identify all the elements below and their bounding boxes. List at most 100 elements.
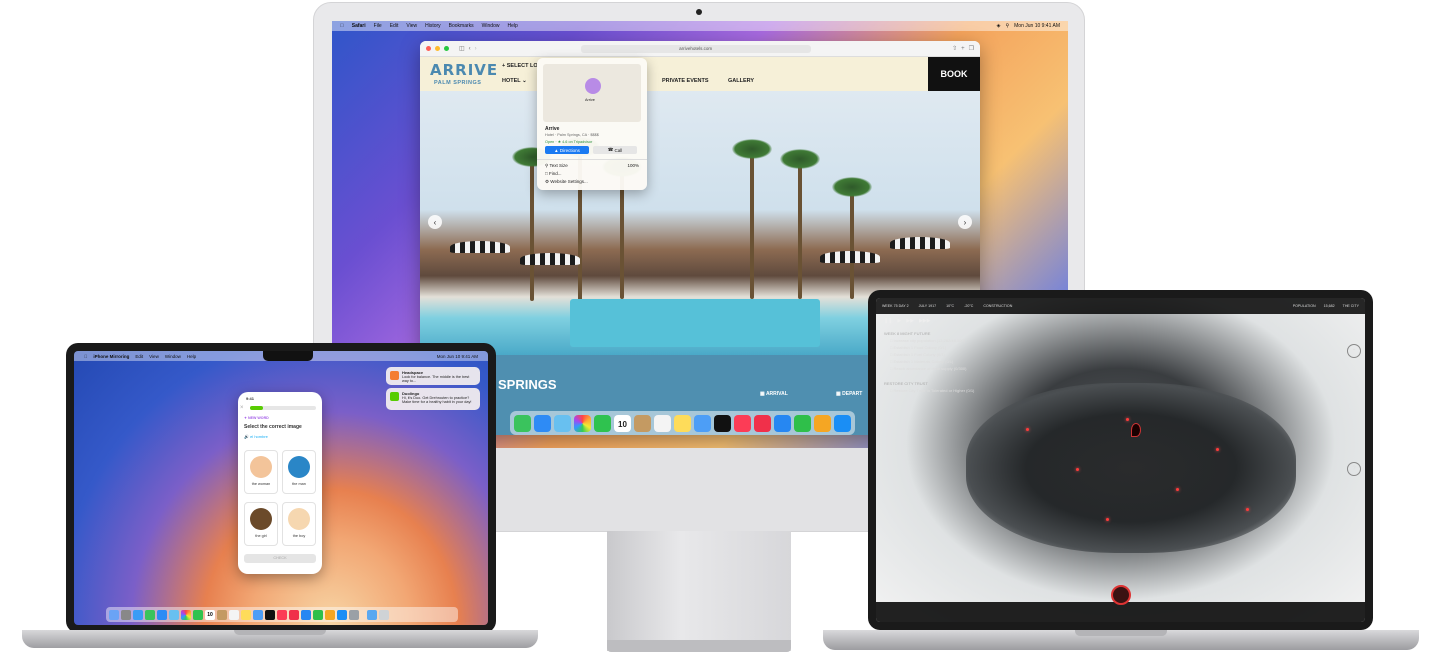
text-size-item[interactable]: ⚲ Text Size [545,163,568,169]
notes-icon[interactable] [674,414,691,432]
new-tab-icon[interactable]: + [961,46,965,52]
pages-icon[interactable] [325,609,335,620]
tv-icon[interactable] [265,609,275,620]
carousel-prev-button[interactable]: ‹ [428,215,442,229]
reminders-icon[interactable] [654,414,671,432]
contacts-icon[interactable] [634,414,651,432]
numbers-icon[interactable] [313,609,323,620]
website-settings-item[interactable]: ⚙ Website Settings... [545,179,588,185]
apple-icon[interactable]:  [340,23,344,29]
book-button[interactable]: BOOK [928,57,980,91]
choice-card-3[interactable]: the girl [244,502,278,546]
menu-history[interactable]: History [425,23,441,29]
hud-city-name[interactable]: THE CITY [1343,304,1359,308]
call-button[interactable]: ☎ Call [593,146,637,154]
messages-icon[interactable] [514,414,531,432]
keynote-icon[interactable] [774,414,791,432]
tv-icon[interactable] [714,414,731,432]
notification-duolingo[interactable]: Duolingo Hi, it's Duo. Get Drehrouten to… [386,388,480,410]
find-item[interactable]: □ Find... [545,171,561,176]
calendar-icon[interactable]: 10 [614,414,631,432]
close-window-button[interactable] [426,46,431,51]
numbers-icon[interactable] [794,414,811,432]
text-size-value[interactable]: 100% [627,163,639,168]
menu-clock[interactable]: Mon Jun 10 9:41 AM [1014,23,1060,29]
mail-icon[interactable] [157,609,167,620]
news-icon[interactable] [754,414,771,432]
menu-bookmarks[interactable]: Bookmarks [449,23,474,29]
menu-app-name[interactable]: Safari [352,23,366,29]
apple-icon[interactable]:  [84,354,87,359]
menu-file[interactable]: File [374,23,382,29]
nav-hotel[interactable]: HOTEL ⌄ [502,78,527,84]
popover-map[interactable]: Arrive [543,64,641,122]
close-icon[interactable]: × [240,405,244,411]
menu-clock[interactable]: Mon Jun 10 9:41 AM [437,354,478,359]
frozen-city-map[interactable] [966,383,1296,553]
menu-app-name[interactable]: iPhone Mirroring [93,354,129,359]
fastest-forward-icon[interactable]: ▶▶▶ [919,318,931,324]
build-menu-button[interactable] [1111,585,1131,605]
maps-icon[interactable] [169,609,179,620]
choice-card-4[interactable]: the boy [282,502,316,546]
arrival-field[interactable]: ▦ ARRIVAL [760,391,788,397]
word-chip[interactable]: 🔊 el hombre [244,434,268,439]
menu-help[interactable]: Help [187,354,196,359]
menu-edit[interactable]: Edit [135,354,143,359]
calendar-icon[interactable]: 10 [205,609,215,620]
search-icon[interactable]: ⚲ [1005,23,1009,29]
keynote-icon[interactable] [301,609,311,620]
contacts-icon[interactable] [217,609,227,620]
menu-help[interactable]: Help [507,23,517,29]
nav-private-events[interactable]: PRIVATE EVENTS [662,78,709,84]
news-icon[interactable] [289,609,299,620]
menu-window[interactable]: Window [482,23,500,29]
nav-gallery[interactable]: GALLERY [728,78,754,84]
safari-icon[interactable] [133,609,143,620]
share-icon[interactable]: ⇧ [952,45,957,52]
sidebar-icon[interactable]: ◫ [459,45,465,52]
maps-icon[interactable] [554,414,571,432]
app-store-icon[interactable] [337,609,347,620]
notes-icon[interactable] [241,609,251,620]
launchpad-icon[interactable] [121,609,131,620]
messages-icon[interactable] [145,609,155,620]
help-icon[interactable]: ? [1347,462,1361,476]
minimize-window-button[interactable] [435,46,440,51]
site-logo[interactable]: ARRIVE [430,61,498,79]
wifi-icon[interactable]: ◈ [997,23,1001,29]
freeform-icon[interactable] [694,414,711,432]
fast-forward-icon[interactable]: ▶▶ [906,318,914,324]
music-icon[interactable] [734,414,751,432]
photos-icon[interactable] [574,414,591,432]
settings-icon[interactable] [349,609,359,620]
collapse-icon[interactable]: ⌃ [1347,344,1361,358]
reminders-icon[interactable] [229,609,239,620]
freeform-icon[interactable] [253,609,263,620]
notification-headspace[interactable]: Headspace Look for balance. The middle i… [386,367,480,385]
music-icon[interactable] [277,609,287,620]
app-store-icon[interactable] [834,414,851,432]
pause-icon[interactable]: ❚❚ [884,318,892,324]
depart-field[interactable]: ▦ DEPART [836,391,862,397]
select-location-link[interactable]: + SELECT LO [502,63,538,69]
generator-pin-icon[interactable] [1131,423,1141,437]
forward-icon[interactable]: › [475,46,477,52]
hud-mode[interactable]: CONSTRUCTION [983,304,1012,308]
carousel-next-button[interactable]: › [958,215,972,229]
photos-icon[interactable] [181,609,191,620]
choice-card-2[interactable]: the man [282,450,316,494]
address-bar[interactable]: arrivehotels.com [580,44,811,53]
menu-view[interactable]: View [406,23,417,29]
menu-edit[interactable]: Edit [390,23,399,29]
choice-card-1[interactable]: the woman [244,450,278,494]
tabs-overview-icon[interactable]: ❐ [969,45,974,52]
facetime-icon[interactable] [594,414,611,432]
downloads-folder-icon[interactable] [367,609,377,620]
play-icon[interactable]: ▶ [897,318,901,324]
check-button[interactable]: CHECK [244,554,316,563]
menu-view[interactable]: View [149,354,159,359]
facetime-icon[interactable] [193,609,203,620]
back-icon[interactable]: ‹ [469,46,471,52]
pages-icon[interactable] [814,414,831,432]
